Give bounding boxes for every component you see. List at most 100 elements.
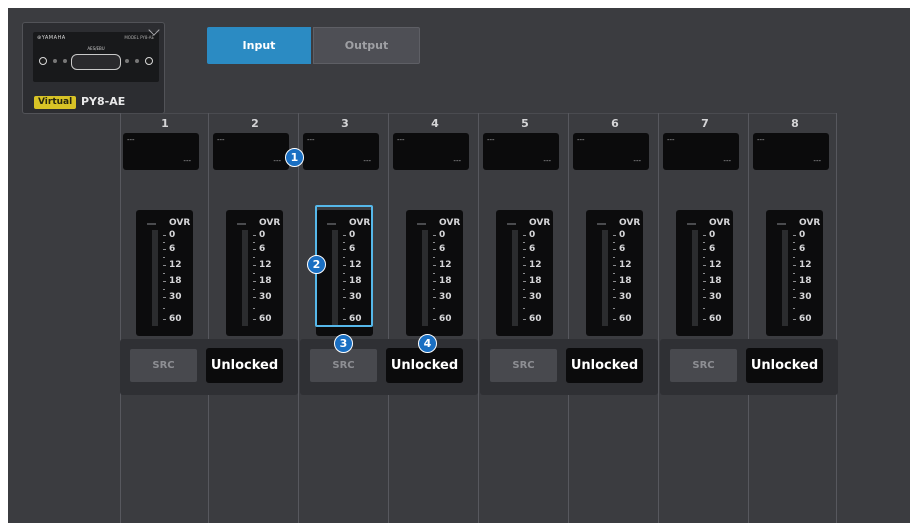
channel-name-display[interactable]: --- --- — [393, 133, 469, 170]
meter-tick — [433, 235, 436, 236]
meter-tick-minor — [253, 308, 255, 309]
meter-scale-label: 30 — [259, 292, 272, 302]
channel-divider — [298, 113, 299, 523]
meter-tick-minor — [793, 273, 795, 274]
channel-source-line: --- — [183, 157, 191, 165]
meter-scale-label: 0 — [529, 230, 536, 240]
channel-name-line: --- — [757, 136, 765, 144]
channel-name-line: --- — [397, 136, 405, 144]
meter-tick-minor — [793, 242, 795, 243]
meter-scale-label: 18 — [259, 276, 272, 286]
channel-name-display[interactable]: --- --- — [483, 133, 559, 170]
channel-number: 6 — [611, 117, 619, 130]
meter-tick-minor — [613, 242, 615, 243]
src-button[interactable]: SRC — [490, 349, 557, 382]
meter-scale-label: 12 — [529, 260, 542, 270]
connector-screw — [125, 59, 129, 63]
channel-source-line: --- — [543, 157, 551, 165]
meter-scale-label: 12 — [439, 260, 452, 270]
channel-source-line: --- — [363, 157, 371, 165]
meter-scale-label: 0 — [259, 230, 266, 240]
meter-tick — [433, 297, 436, 298]
meter-tick — [523, 297, 526, 298]
tab-input[interactable]: Input — [207, 27, 311, 64]
channel-name-display[interactable]: --- --- — [123, 133, 199, 170]
channel-source-line: --- — [453, 157, 461, 165]
meter-scale-label: 60 — [439, 314, 452, 324]
meter-tick-minor — [793, 289, 795, 290]
level-meter: OVR 0 6 12 18 30 60 — [496, 210, 553, 336]
channel-name-display[interactable]: --- --- — [213, 133, 289, 170]
meter-scale-label: 18 — [439, 276, 452, 286]
meter-tick-minor — [433, 308, 435, 309]
meter-bar — [692, 230, 698, 326]
meter-scale-label: 18 — [529, 276, 542, 286]
meter-tick-minor — [163, 289, 165, 290]
meter-scale-label: 6 — [169, 244, 176, 254]
card-selector[interactable]: ⊛YAMAHA MODEL PY8-AE AES/EBU Virtual PY8… — [22, 22, 165, 114]
meter-tick-minor — [253, 257, 255, 258]
channel-number: 4 — [431, 117, 439, 130]
lock-status-indicator: Unlocked — [746, 348, 823, 383]
meter-tick — [703, 249, 706, 250]
meter-scale-label: 0 — [799, 230, 806, 240]
meter-tick — [703, 281, 706, 282]
meter-tick — [163, 265, 166, 266]
src-button[interactable]: SRC — [310, 349, 377, 382]
meter-scale-label: OVR — [439, 218, 461, 228]
tab-output[interactable]: Output — [313, 27, 420, 64]
meter-scale-label: 18 — [169, 276, 182, 286]
src-button[interactable]: SRC — [670, 349, 737, 382]
card-model-label: MODEL PY8-AE — [124, 35, 154, 40]
channel-name-display[interactable]: --- --- — [573, 133, 649, 170]
meter-tick — [703, 319, 706, 320]
channel-name-line: --- — [307, 136, 315, 144]
meter-scale-label: 12 — [169, 260, 182, 270]
card-port-label: AES/EBU — [87, 46, 105, 51]
meter-tick-minor — [523, 289, 525, 290]
meter-bar — [422, 230, 428, 326]
src-button[interactable]: SRC — [130, 349, 197, 382]
meter-scale-label: OVR — [709, 218, 731, 228]
meter-peak-indicator — [777, 223, 786, 225]
channel-name-display[interactable]: --- --- — [303, 133, 379, 170]
channel-source-line: --- — [633, 157, 641, 165]
channel-divider — [208, 113, 209, 523]
channel-number: 1 — [161, 117, 169, 130]
meter-tick — [613, 235, 616, 236]
meter-tick-minor — [163, 257, 165, 258]
meter-scale-label: 0 — [439, 230, 446, 240]
channel-number: 7 — [701, 117, 709, 130]
connector-screw — [63, 59, 67, 63]
meter-scale-label: 18 — [799, 276, 812, 286]
channel-name-display[interactable]: --- --- — [663, 133, 739, 170]
meter-tick-minor — [253, 289, 255, 290]
channel-divider — [568, 113, 569, 523]
channel-divider — [120, 113, 121, 523]
meter-tick — [253, 235, 256, 236]
meter-scale-label: 0 — [619, 230, 626, 240]
meter-tick — [703, 297, 706, 298]
connector-knob — [145, 57, 153, 65]
card-image: ⊛YAMAHA MODEL PY8-AE AES/EBU — [33, 32, 159, 82]
card-name: PY8-AE — [81, 95, 126, 108]
meter-tick — [793, 265, 796, 266]
meter-tick — [703, 235, 706, 236]
channel-divider — [836, 113, 837, 523]
meter-scale-label: 60 — [169, 314, 182, 324]
meter-scale-label: 30 — [439, 292, 452, 302]
meter-scale-label: 30 — [529, 292, 542, 302]
meter-tick — [163, 235, 166, 236]
meter-scale-label: 30 — [619, 292, 632, 302]
meter-tick — [433, 281, 436, 282]
channel-source-line: --- — [723, 157, 731, 165]
meter-scale-label: 60 — [799, 314, 812, 324]
meter-scale-label: OVR — [169, 218, 191, 228]
meter-tick-minor — [433, 289, 435, 290]
meter-tick — [253, 297, 256, 298]
meter-tick-minor — [523, 273, 525, 274]
meter-tick — [523, 249, 526, 250]
channel-name-display[interactable]: --- --- — [753, 133, 829, 170]
meter-tick — [793, 319, 796, 320]
meter-scale-label: 60 — [709, 314, 722, 324]
